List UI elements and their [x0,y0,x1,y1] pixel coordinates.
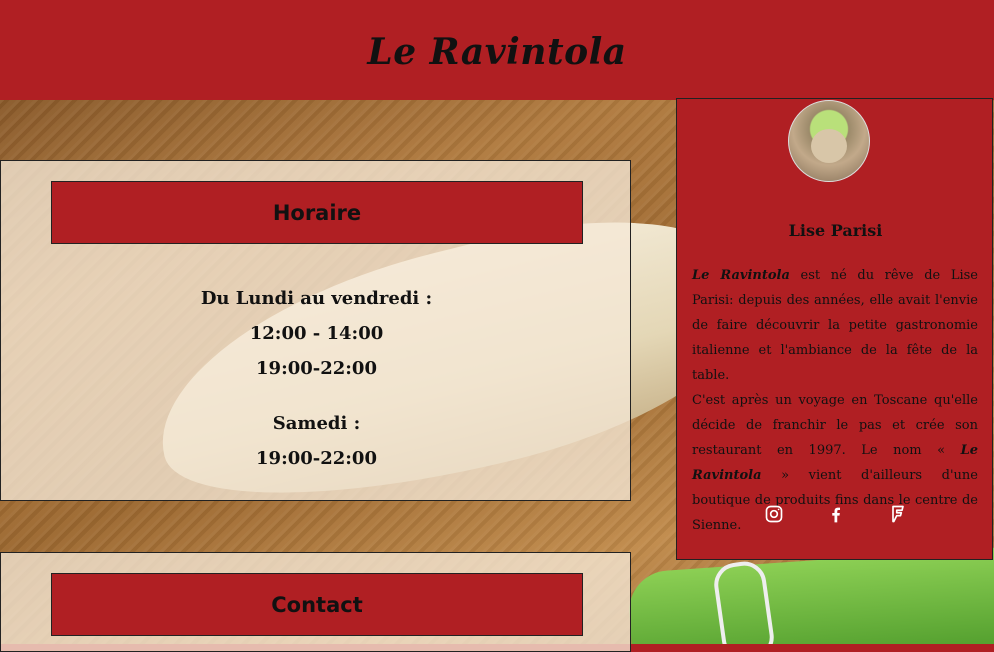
hours-body: Du Lundi au vendredi : 12:00 - 14:00 19:… [1,281,632,476]
hours-heading: Horaire [51,181,583,244]
avatar [788,100,870,182]
saturday-label: Samedi : [272,413,361,434]
bio-text-2a: C'est après un voyage en Toscane qu'elle… [692,393,978,458]
weekday-lunch: 12:00 - 14:00 [249,323,384,344]
background-asparagus [626,546,994,644]
foursquare-icon[interactable] [887,503,909,525]
weekday-label: Du Lundi au vendredi : [200,288,433,309]
saturday-dinner: 19:00-22:00 [256,448,377,469]
owner-bio: Le Ravintola est né du rêve de Lise Pari… [692,263,978,538]
owner-sidebar: Lise Parisi Le Ravintola est né du rêve … [676,98,993,560]
bio-text-1: est né du rêve de Lise Parisi: depuis de… [692,268,978,383]
avatar-face [811,129,847,163]
site-header: Le Ravintola [0,0,994,100]
owner-name: Lise Parisi [788,221,883,240]
facebook-icon[interactable] [825,503,847,525]
instagram-icon[interactable] [763,503,785,525]
contact-heading: Contact [51,573,583,636]
weekday-dinner: 19:00-22:00 [256,358,377,379]
site-title[interactable]: Le Ravintola [367,31,626,73]
hours-section: Horaire Du Lundi au vendredi : 12:00 - 1… [0,160,631,501]
contact-section: Contact [0,552,631,652]
social-links [677,503,994,525]
bio-brand-name: Le Ravintola [692,268,790,283]
